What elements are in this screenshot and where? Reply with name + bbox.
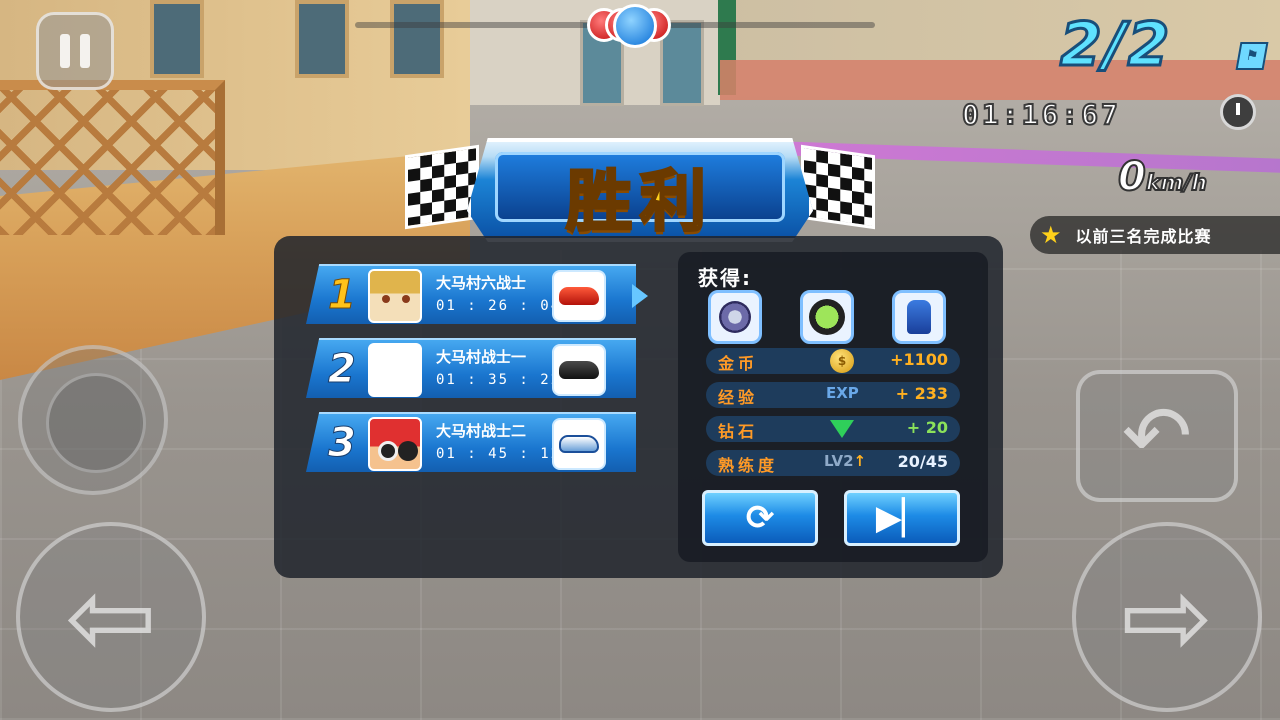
player-name: 大马村战士二 xyxy=(436,422,527,440)
rank-number: 2 xyxy=(328,346,357,393)
mission-text: 以前三名完成比赛 xyxy=(1075,227,1212,246)
tire-icon xyxy=(809,299,845,335)
replay-button[interactable]: ⟳ xyxy=(702,490,818,546)
race-progress-bar xyxy=(355,4,875,48)
car-thumbnail xyxy=(552,344,606,396)
reward-item[interactable] xyxy=(892,290,946,344)
window xyxy=(295,0,349,78)
stat-value: + 233 xyxy=(895,384,948,403)
car-thumbnail xyxy=(552,270,606,322)
curved-arrow-icon: ↶ xyxy=(1121,387,1193,485)
reward-item[interactable] xyxy=(708,290,762,344)
speed-unit: km/h xyxy=(1145,170,1208,197)
banner-plate: 胜利 xyxy=(467,138,813,242)
stat-label: 熟练度 xyxy=(718,456,779,475)
lap-counter: 2/2 ⚑ xyxy=(1040,9,1280,88)
rewards-title: 获得: xyxy=(698,266,752,290)
steer-left-button[interactable]: ⇦ xyxy=(16,522,206,712)
clock-icon xyxy=(1220,94,1256,130)
selection-arrow-icon xyxy=(632,284,648,308)
diamond-icon xyxy=(830,420,854,438)
stat-label: 经验 xyxy=(718,388,759,407)
lap-text: 2/2 xyxy=(1058,9,1172,82)
checkered-flag-icon xyxy=(405,144,479,230)
rewards-panel: 获得: 金币 $ +1100 经验 EXP + 233 钻石 + 20 熟练度 … xyxy=(678,252,988,562)
steer-right-button[interactable]: ⇨ xyxy=(1072,522,1262,712)
finish-time: 01 : 45 : 12 xyxy=(436,446,562,462)
stat-value: + 20 xyxy=(906,418,948,437)
level-icon: LV2↑ xyxy=(824,452,867,470)
car-white-icon xyxy=(559,435,599,453)
next-button[interactable]: ▶▏ xyxy=(844,490,960,546)
pause-icon xyxy=(60,34,70,68)
star-icon: ★ xyxy=(1040,221,1062,249)
victory-banner: 胜利 xyxy=(405,138,875,246)
lap-flag-icon: ⚑ xyxy=(1235,42,1269,70)
race-timer: 01:16:67 xyxy=(961,97,1121,132)
stat-label: 金币 xyxy=(718,354,759,373)
result-row: 3 大马村战士二 01 : 45 : 12 xyxy=(306,412,636,472)
result-row: 2 大马村战士一 01 : 35 : 22 xyxy=(306,338,636,398)
stat-value: +1100 xyxy=(890,350,948,369)
speed-value: 0 xyxy=(1117,153,1147,201)
car-red-icon xyxy=(559,287,599,305)
result-row: 1 大马村六战士 01 : 26 : 04 xyxy=(306,264,636,324)
finish-time: 01 : 26 : 04 xyxy=(436,298,562,314)
finish-time: 01 : 35 : 22 xyxy=(436,372,562,388)
stat-value: 20/45 xyxy=(897,452,948,471)
reward-item[interactable] xyxy=(800,290,854,344)
avatar xyxy=(368,343,422,397)
speedometer: 0km/h xyxy=(1117,153,1208,201)
player-name: 大马村战士一 xyxy=(436,348,527,366)
avatar xyxy=(368,269,422,323)
steering-wheel-icon xyxy=(719,301,751,333)
level-up-arrow-icon: ↑ xyxy=(853,452,867,470)
player-name: 大马村六战士 xyxy=(436,274,527,292)
stat-row-exp: 经验 EXP + 233 xyxy=(706,382,960,408)
next-icon: ▶▏ xyxy=(875,498,929,538)
car-black-icon xyxy=(559,361,599,379)
avatar xyxy=(368,417,422,471)
rank-number: 3 xyxy=(328,420,357,467)
arrow-left-icon: ⇦ xyxy=(64,553,158,681)
wooden-fence xyxy=(0,80,225,235)
checkered-flag-icon xyxy=(801,144,875,230)
stat-row-diamonds: 钻石 + 20 xyxy=(706,416,960,442)
stat-row-proficiency: 熟练度 LV2↑ 20/45 xyxy=(706,450,960,476)
replay-icon: ⟳ xyxy=(745,498,775,538)
stat-row-coins: 金币 $ +1100 xyxy=(706,348,960,374)
stat-label: 钻石 xyxy=(718,422,759,441)
rank-number: 1 xyxy=(328,272,357,319)
seat-icon xyxy=(907,300,931,334)
window xyxy=(150,0,204,78)
exp-icon: EXP xyxy=(826,384,859,402)
pause-button[interactable] xyxy=(36,12,114,90)
joystick[interactable] xyxy=(18,345,168,495)
mission-banner: ★ 以前三名完成比赛 xyxy=(1030,216,1280,254)
car-thumbnail xyxy=(552,418,606,470)
drift-button[interactable]: ↶ xyxy=(1076,370,1238,502)
player-marker xyxy=(613,4,657,48)
victory-title: 胜利 xyxy=(565,162,714,242)
arrow-right-icon: ⇨ xyxy=(1120,553,1214,681)
coin-icon: $ xyxy=(830,349,854,373)
